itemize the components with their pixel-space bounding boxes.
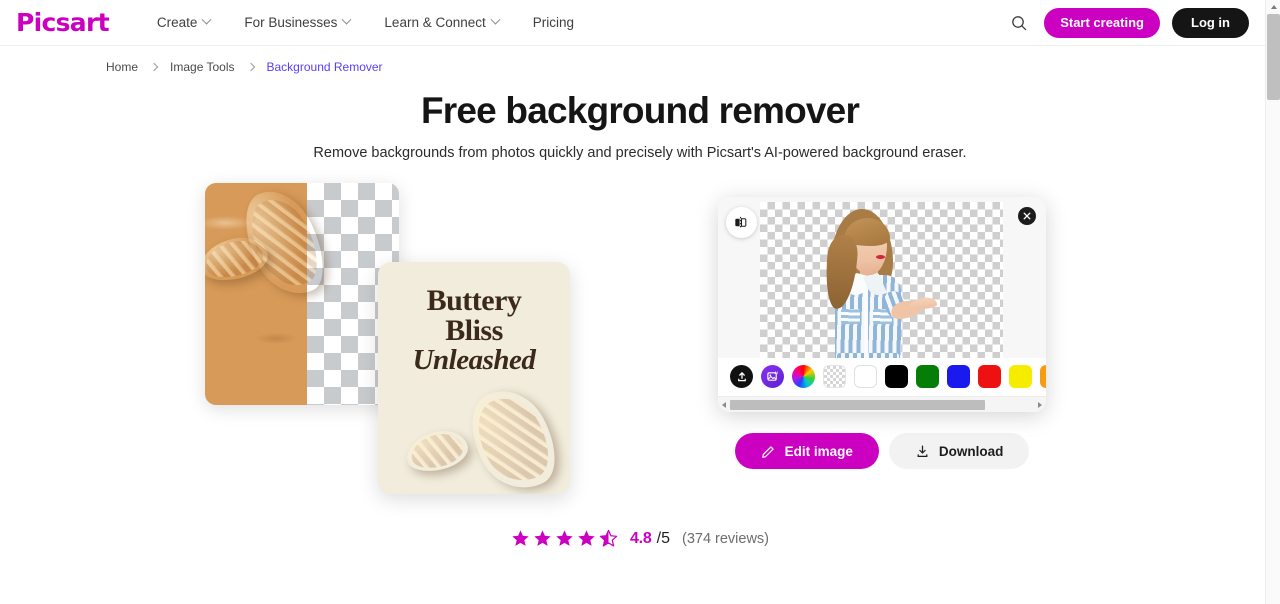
download-icon <box>917 445 928 457</box>
design-line-3: Unleashed <box>412 343 536 376</box>
edit-image-label: Edit image <box>784 443 853 459</box>
swatch-upload-image[interactable] <box>730 365 753 389</box>
nav-item-create[interactable]: Create <box>140 9 228 36</box>
start-creating-button[interactable]: Start creating <box>1044 7 1160 38</box>
chevron-right-icon <box>149 62 159 72</box>
editor-canvas[interactable] <box>718 197 1046 376</box>
design-line-2: Bliss <box>445 313 503 347</box>
star-filled-icon <box>512 530 529 547</box>
page-scrollbar[interactable] <box>1265 0 1280 604</box>
scrollbar-track[interactable] <box>730 399 1034 410</box>
site-header: Picsart Create For Businesses Learn & Co… <box>0 0 1265 46</box>
croissant-large-cutout <box>456 377 570 494</box>
design-line-1: Buttery <box>426 284 522 318</box>
star-rating <box>511 529 618 548</box>
breadcrumb-item-image-tools[interactable]: Image Tools <box>170 60 234 74</box>
background-remover-editor: AI <box>718 197 1046 413</box>
page-subtitle: Remove backgrounds from photos quickly a… <box>313 145 967 162</box>
search-button[interactable] <box>1006 10 1032 36</box>
scrollbar-thumb[interactable] <box>730 399 986 410</box>
star-filled-icon <box>534 530 551 547</box>
nav-item-for-businesses[interactable]: For Businesses <box>227 9 367 36</box>
croissant-small-cutout <box>403 426 472 476</box>
chevron-right-icon <box>246 62 255 72</box>
rating-score: 4.8 <box>629 529 652 547</box>
download-button[interactable]: Download <box>888 433 1030 470</box>
showcase-section: Buttery Bliss Unleashed AI Edit image Do… <box>0 183 1265 503</box>
shirt-placket <box>864 287 868 360</box>
swatch-blue[interactable] <box>947 365 970 389</box>
compare-split-icon <box>735 217 747 229</box>
pencil-icon <box>761 446 774 458</box>
chevron-down-icon <box>341 14 352 25</box>
shirt-pocket-left <box>841 309 860 325</box>
nav-label: Learn & Connect <box>384 15 486 30</box>
compare-toggle-button[interactable] <box>726 207 757 239</box>
main-navigation: Create For Businesses Learn & Connect Pr… <box>140 9 591 36</box>
scroll-left-arrow[interactable] <box>722 401 726 408</box>
breadcrumb: Home Image Tools Background Remover <box>0 46 1280 74</box>
swatch-orange[interactable] <box>1040 365 1046 389</box>
original-photo-card <box>205 183 399 406</box>
swatch-transparent[interactable] <box>823 365 846 389</box>
swatch-ai-background[interactable]: AI <box>761 365 784 389</box>
star-filled-icon <box>556 530 573 547</box>
scrollbar-thumb[interactable] <box>1267 14 1280 100</box>
ai-image-icon: AI <box>767 372 778 382</box>
cutout-subject-image <box>813 205 938 376</box>
swatch-red[interactable] <box>978 365 1001 389</box>
upload-icon <box>737 372 746 382</box>
chevron-down-icon <box>490 14 501 25</box>
star-half-icon <box>599 530 618 547</box>
swatch-yellow[interactable] <box>1009 365 1032 389</box>
login-button[interactable]: Log in <box>1172 7 1249 38</box>
nav-item-learn-connect[interactable]: Learn & Connect <box>367 9 515 36</box>
scroll-right-arrow[interactable] <box>1038 401 1042 408</box>
background-swatch-bar[interactable]: AI <box>718 358 1046 396</box>
nav-label: Create <box>156 15 198 30</box>
breadcrumb-item-home[interactable]: Home <box>106 60 138 74</box>
nav-label: Pricing <box>532 15 575 30</box>
swatch-green[interactable] <box>916 365 939 389</box>
edit-image-button[interactable]: Edit image <box>734 433 879 470</box>
editor-actions: Edit image Download <box>718 433 1046 470</box>
swatch-color-picker[interactable] <box>792 365 815 389</box>
swatch-white[interactable] <box>854 365 877 389</box>
design-result-card: Buttery Bliss Unleashed <box>378 262 570 495</box>
scroll-up-arrow[interactable] <box>1266 0 1280 13</box>
nav-item-pricing[interactable]: Pricing <box>516 9 591 36</box>
close-editor-button[interactable] <box>1018 207 1036 226</box>
picsart-logo[interactable]: Picsart <box>16 10 110 35</box>
svg-text:AI: AI <box>775 372 778 376</box>
chevron-down-icon <box>201 14 212 25</box>
close-icon <box>1023 212 1031 220</box>
header-actions: Start creating Log in <box>1006 7 1249 38</box>
search-icon <box>1012 15 1027 30</box>
editor-panel-wrapper: AI Edit image Download <box>718 197 1046 470</box>
rating-reviews-count: (374 reviews) <box>681 530 770 547</box>
swatch-black[interactable] <box>885 365 908 389</box>
page-title: Free background remover <box>420 90 860 131</box>
star-filled-icon <box>578 530 595 547</box>
breadcrumb-item-background-remover: Background Remover <box>266 60 383 74</box>
download-label: Download <box>938 443 1004 459</box>
rating-section: 4.8 /5 (374 reviews) <box>0 529 1280 548</box>
swatch-horizontal-scrollbar[interactable] <box>718 396 1046 413</box>
nav-label: For Businesses <box>244 15 338 30</box>
design-headline: Buttery Bliss Unleashed <box>378 262 570 375</box>
rating-out-of: /5 <box>656 529 670 547</box>
